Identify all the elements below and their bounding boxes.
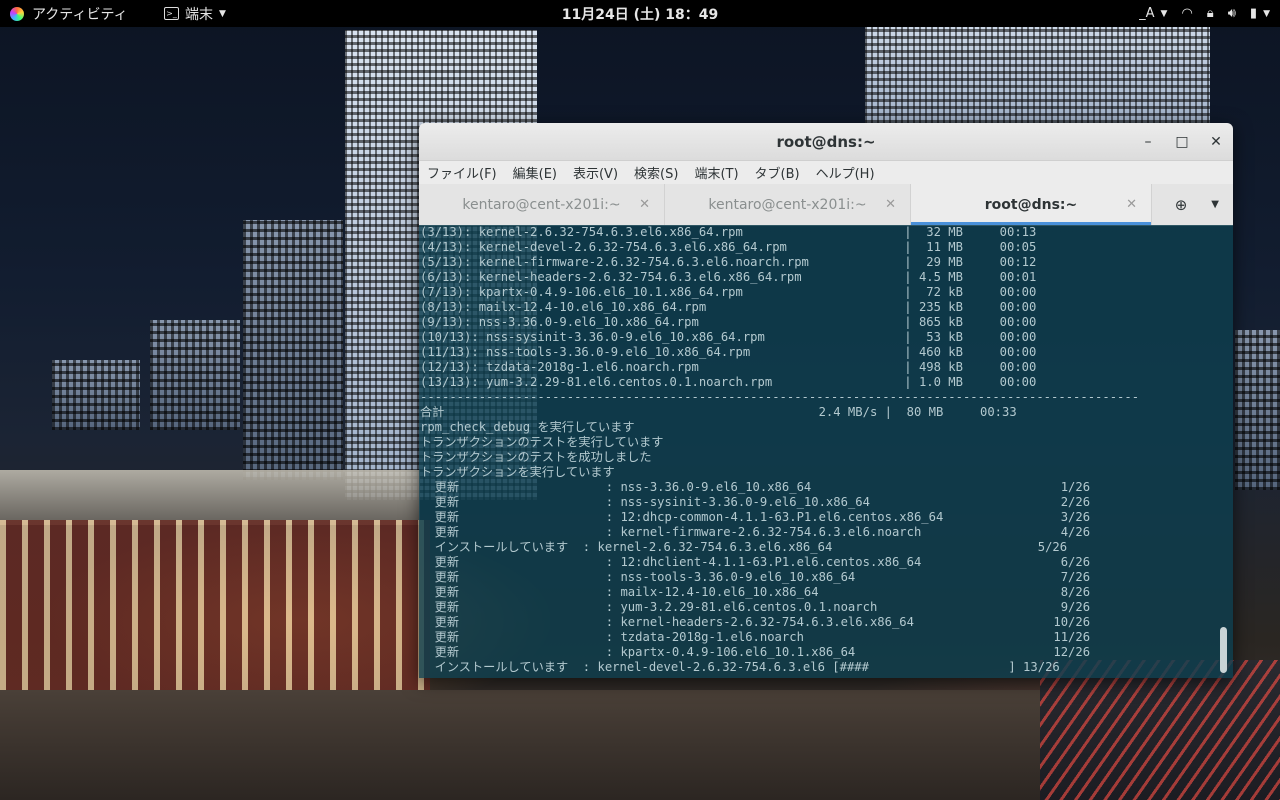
- system-menu[interactable]: ▮ ▼: [1250, 6, 1270, 21]
- terminal-icon: >_: [164, 7, 179, 20]
- scrollbar-thumb[interactable]: [1220, 627, 1227, 673]
- menu-tabs[interactable]: タブ(B): [755, 163, 800, 182]
- menu-help[interactable]: ヘルプ(H): [816, 163, 875, 182]
- window-title: root@dns:~: [776, 132, 876, 151]
- input-method-indicator[interactable]: _A ▼: [1139, 6, 1167, 21]
- terminal-output[interactable]: (3/13): kernel-2.6.32-754.6.3.el6.x86_64…: [419, 225, 1233, 678]
- terminal-line: 更新 : tzdata-2018g-1.el6.noarch 11/26: [420, 630, 1091, 644]
- gnome-logo-icon: [10, 6, 24, 21]
- chevron-down-icon: ▼: [219, 8, 226, 19]
- office-building: [150, 320, 240, 430]
- maximize-button[interactable]: □: [1175, 134, 1189, 150]
- terminal-line: (7/13): kpartx-0.4.9-106.el6_10.1.x86_64…: [420, 285, 1037, 299]
- clock-button[interactable]: 11月24日 (土) 18：49: [562, 4, 718, 24]
- terminal-line: 更新 : nss-3.36.0-9.el6_10.x86_64 1/26: [420, 480, 1091, 494]
- top-bar: アクティビティ >_ 端末 ▼ 11月24日 (土) 18：49 _A ▼ ◠ …: [0, 0, 1280, 27]
- terminal-line: トランザクションのテストを実行しています: [420, 435, 664, 449]
- activities-button[interactable]: アクティビティ: [10, 0, 128, 27]
- terminal-line: (8/13): mailx-12.4-10.el6_10.x86_64.rpm …: [420, 300, 1037, 314]
- tab-bar: kentaro@cent-x201i:~ ✕ kentaro@cent-x201…: [419, 184, 1233, 226]
- terminal-line: 更新 : 12:dhcp-common-4.1.1-63.P1.el6.cent…: [420, 510, 1091, 524]
- terminal-line: 更新 : kpartx-0.4.9-106.el6_10.1.x86_64 12…: [420, 645, 1091, 659]
- terminal-window[interactable]: root@dns:~ – □ ✕ ファイル(F) 編集(E) 表示(V) 検索(…: [419, 123, 1233, 678]
- new-tab-icon[interactable]: ⊕: [1175, 196, 1188, 214]
- terminal-line: (13/13): yum-3.2.29-81.el6.centos.0.1.no…: [420, 375, 1037, 389]
- office-building: [52, 360, 140, 430]
- terminal-line: 合計 2.4 MB/s | 80 MB 00:33: [420, 405, 1017, 419]
- volume-icon: 🔊︎: [1227, 6, 1236, 21]
- app-menu-label: 端末: [185, 6, 213, 23]
- terminal-line: (10/13): nss-sysinit-3.36.0-9.el6_10.x86…: [420, 330, 1037, 344]
- terminal-line: (6/13): kernel-headers-2.6.32-754.6.3.el…: [420, 270, 1037, 284]
- terminal-line: (5/13): kernel-firmware-2.6.32-754.6.3.e…: [420, 255, 1037, 269]
- terminal-line: (11/13): nss-tools-3.36.0-9.el6_10.x86_6…: [420, 345, 1037, 359]
- terminal-line: トランザクションを実行しています: [420, 465, 615, 479]
- terminal-line: 更新 : 12:dhclient-4.1.1-63.P1.el6.centos.…: [420, 555, 1091, 569]
- terminal-line: (3/13): kernel-2.6.32-754.6.3.el6.x86_64…: [420, 225, 1037, 239]
- office-building: [243, 220, 343, 480]
- terminal-line: トランザクションのテストを成功しました: [420, 450, 652, 464]
- station-building: [0, 520, 430, 690]
- terminal-line: インストールしています : kernel-devel-2.6.32-754.6.…: [420, 660, 1060, 674]
- close-icon[interactable]: ✕: [885, 197, 896, 212]
- menu-file[interactable]: ファイル(F): [427, 163, 497, 182]
- terminal-line: (9/13): nss-3.36.0-9.el6_10.x86_64.rpm |…: [420, 315, 1037, 329]
- title-bar[interactable]: root@dns:~ – □ ✕: [419, 123, 1233, 161]
- menu-edit[interactable]: 編集(E): [513, 163, 557, 182]
- tab-label: root@dns:~: [984, 196, 1078, 213]
- tab-label: kentaro@cent-x201i:~: [708, 196, 867, 213]
- wifi-icon: ◠: [1181, 6, 1193, 21]
- terminal-line: 更新 : nss-tools-3.36.0-9.el6_10.x86_64 7/…: [420, 570, 1091, 584]
- lock-icon: 🔒︎: [1206, 6, 1214, 21]
- terminal-line: 更新 : nss-sysinit-3.36.0-9.el6_10.x86_64 …: [420, 495, 1091, 509]
- chevron-down-icon: ▼: [1263, 8, 1270, 19]
- tab-kentaro-1[interactable]: kentaro@cent-x201i:~ ✕: [419, 184, 665, 225]
- tab-label: kentaro@cent-x201i:~: [462, 196, 621, 213]
- station-roof: [0, 470, 420, 525]
- terminal-line: 更新 : kernel-firmware-2.6.32-754.6.3.el6.…: [420, 525, 1091, 539]
- menu-terminal[interactable]: 端末(T): [694, 163, 738, 182]
- tab-kentaro-2[interactable]: kentaro@cent-x201i:~ ✕: [665, 184, 911, 225]
- minimize-button[interactable]: –: [1141, 134, 1155, 150]
- input-method-label: _A: [1139, 6, 1155, 21]
- system-tray[interactable]: _A ▼ ◠ 🔒︎ 🔊︎ ▮ ▼: [1139, 0, 1270, 27]
- close-button[interactable]: ✕: [1209, 134, 1223, 150]
- terminal-line: 更新 : mailx-12.4-10.el6_10.x86_64 8/26: [420, 585, 1091, 599]
- office-building: [1235, 330, 1280, 490]
- close-icon[interactable]: ✕: [639, 197, 650, 212]
- chevron-down-icon[interactable]: ▼: [1211, 199, 1219, 210]
- menu-search[interactable]: 検索(S): [634, 163, 678, 182]
- app-menu-button[interactable]: >_ 端末 ▼: [164, 0, 226, 27]
- tab-root-dns[interactable]: root@dns:~ ✕: [911, 184, 1152, 225]
- terminal-line: rpm_check_debug を実行しています: [420, 420, 635, 434]
- menu-view[interactable]: 表示(V): [573, 163, 618, 182]
- terminal-line: 更新 : yum-3.2.29-81.el6.centos.0.1.noarch…: [420, 600, 1091, 614]
- terminal-line: ----------------------------------------…: [420, 390, 1140, 404]
- close-icon[interactable]: ✕: [1126, 197, 1137, 212]
- menu-bar: ファイル(F) 編集(E) 表示(V) 検索(S) 端末(T) タブ(B) ヘル…: [419, 161, 1233, 184]
- activities-label: アクティビティ: [32, 6, 128, 23]
- chevron-down-icon: ▼: [1160, 8, 1168, 19]
- road: [1040, 660, 1280, 800]
- terminal-line: 更新 : kernel-headers-2.6.32-754.6.3.el6.x…: [420, 615, 1091, 629]
- terminal-line: インストールしています : kernel-2.6.32-754.6.3.el6.…: [420, 540, 1068, 554]
- terminal-line: (12/13): tzdata-2018g-1.el6.noarch.rpm |…: [420, 360, 1037, 374]
- scrollbar[interactable]: [1220, 229, 1228, 673]
- battery-icon: ▮: [1249, 6, 1258, 21]
- terminal-line: (4/13): kernel-devel-2.6.32-754.6.3.el6.…: [420, 240, 1037, 254]
